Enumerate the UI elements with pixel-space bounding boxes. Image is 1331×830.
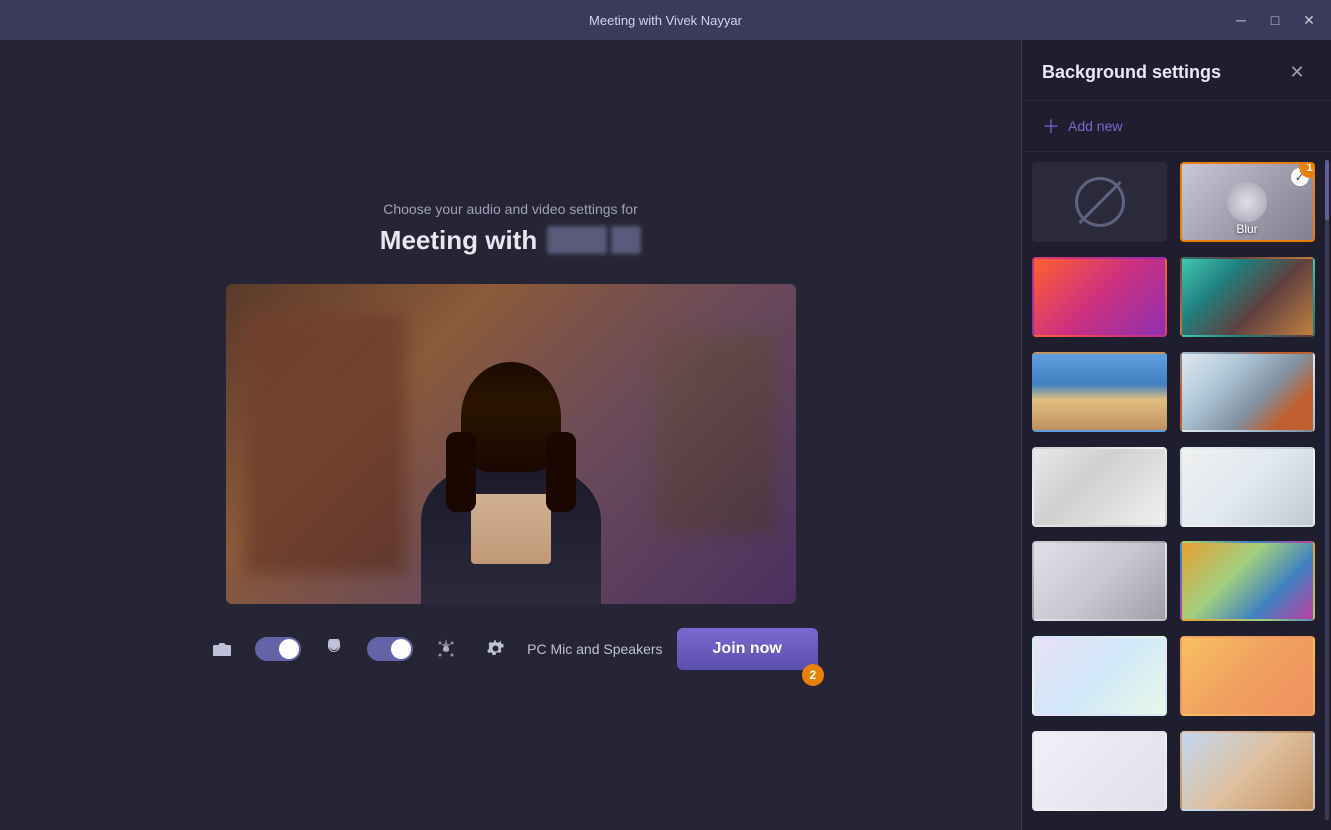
close-button[interactable]: ✕ (1299, 10, 1319, 30)
camera-toggle-switch[interactable] (255, 637, 301, 661)
minimize-button[interactable]: ─ (1231, 10, 1251, 30)
scrollbar-track[interactable] (1325, 160, 1329, 820)
mic-toggle-switch[interactable] (367, 637, 413, 661)
bg-item-2[interactable] (1180, 257, 1315, 337)
settings-text: Choose your audio and video settings for (383, 201, 638, 217)
no-bg-line (1078, 180, 1121, 223)
maximize-button[interactable]: □ (1265, 10, 1285, 30)
join-now-wrapper: Join now 2 (677, 628, 818, 670)
add-new-icon: ＋ (1042, 113, 1060, 139)
person-head (471, 382, 551, 472)
bg-item-11[interactable] (1032, 731, 1167, 811)
controls-bar: PC Mic and Speakers Join now 2 (203, 628, 818, 670)
bg-item-5[interactable] (1032, 447, 1167, 527)
bg-item-3[interactable] (1032, 352, 1167, 432)
meeting-title-row: Meeting with (380, 225, 641, 256)
person-figure (421, 374, 601, 604)
audio-device-label: PC Mic and Speakers (527, 641, 662, 657)
meeting-name-blur (547, 226, 641, 254)
main-layout: Choose your audio and video settings for… (0, 40, 1331, 830)
scrollbar-thumb (1325, 160, 1329, 220)
add-new-label: Add new (1068, 118, 1122, 134)
camera-icon-button[interactable] (203, 630, 241, 668)
add-new-background[interactable]: ＋ Add new (1022, 101, 1331, 152)
bg-item-8[interactable] (1180, 541, 1315, 621)
bg-blur-right (656, 334, 776, 534)
bg-item-7[interactable] (1032, 541, 1167, 621)
meeting-with-label: Meeting with (380, 225, 537, 256)
window-title: Meeting with Vivek Nayyar (589, 13, 742, 28)
bg-item-blur[interactable]: 1 Blur ✓ (1180, 162, 1315, 242)
join-badge: 2 (802, 664, 824, 686)
bg-panel-title: Background settings (1042, 62, 1221, 83)
name-blur-2 (611, 226, 641, 254)
bg-item-4[interactable] (1180, 352, 1315, 432)
gear-icon-button[interactable] (479, 632, 513, 666)
bg-item-none[interactable] (1032, 162, 1167, 242)
join-now-button[interactable]: Join now (677, 628, 818, 670)
mic-toggle[interactable] (367, 637, 413, 661)
bg-item-6[interactable] (1180, 447, 1315, 527)
background-settings-panel: Background settings ✕ ＋ Add new 1 Blur ✓ (1021, 40, 1331, 830)
blur-bg-circle (1227, 182, 1267, 222)
person-shirt (471, 494, 551, 564)
name-blur-1 (547, 226, 607, 254)
window-controls: ─ □ ✕ (1231, 10, 1319, 30)
mic-icon-button[interactable] (315, 630, 353, 668)
bg-item-9[interactable] (1032, 636, 1167, 716)
bg-item-10[interactable] (1180, 636, 1315, 716)
hair-side-left (446, 432, 476, 512)
hair-side-right (546, 432, 576, 512)
background-grid: 1 Blur ✓ (1022, 152, 1331, 830)
bg-panel-header: Background settings ✕ (1022, 40, 1331, 101)
bg-blur-left (246, 314, 406, 574)
no-bg-icon (1075, 177, 1125, 227)
bg-panel-close-button[interactable]: ✕ (1283, 58, 1311, 86)
blur-bg-label: Blur (1182, 222, 1313, 236)
camera-toggle[interactable] (255, 637, 301, 661)
effects-icon-button[interactable] (427, 630, 465, 668)
video-preview (226, 284, 796, 604)
center-area: Choose your audio and video settings for… (0, 40, 1021, 830)
bg-item-1[interactable] (1032, 257, 1167, 337)
title-bar: Meeting with Vivek Nayyar ─ □ ✕ (0, 0, 1331, 40)
person-hair (461, 362, 561, 472)
bg-item-12[interactable] (1180, 731, 1315, 811)
